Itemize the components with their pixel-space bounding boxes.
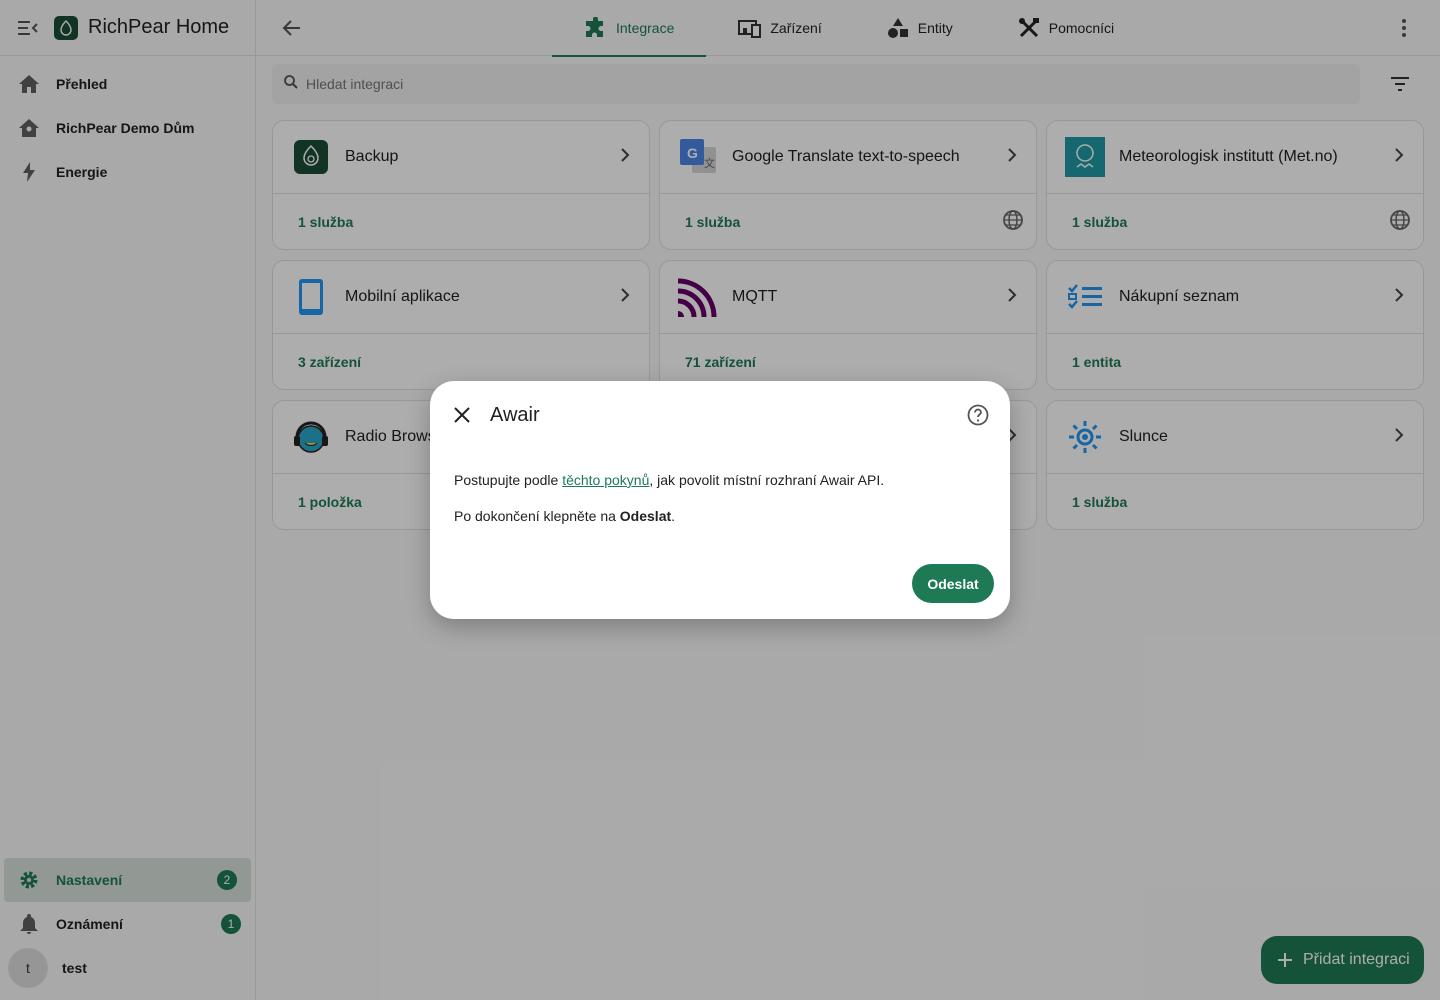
completion-bold-text: Odeslat	[619, 508, 672, 524]
completion-paragraph: Po dokončení klepněte na Odeslat.	[454, 506, 984, 526]
help-icon[interactable]	[966, 403, 990, 427]
instruction-paragraph: Postupujte podle těchto pokynů, jak povo…	[454, 470, 984, 490]
close-icon[interactable]	[450, 403, 474, 427]
completion-text: Po dokončení klepněte na	[454, 508, 620, 524]
instruction-text: , jak povolit místní rozhraní Awair API.	[649, 472, 885, 488]
dialog-body: Postupujte podle těchto pokynů, jak povo…	[454, 470, 984, 542]
dialog-title: Awair	[490, 404, 540, 426]
instruction-text: Postupujte podle	[454, 472, 563, 488]
awair-dialog: Awair Postupujte podle těchto pokynů, ja…	[430, 381, 1010, 619]
completion-text: .	[671, 508, 676, 524]
instructions-link[interactable]: těchto pokynů	[562, 472, 649, 488]
submit-button[interactable]: Odeslat	[912, 564, 994, 603]
